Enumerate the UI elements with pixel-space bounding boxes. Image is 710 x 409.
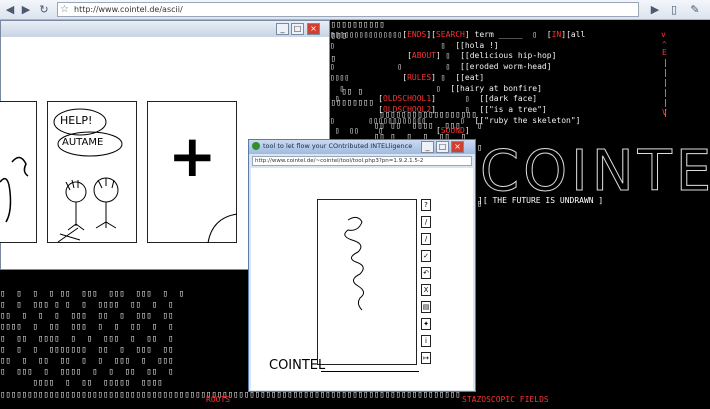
save-icon[interactable]: ▤ [421, 301, 431, 313]
popup-titlebar[interactable]: tool to let flow your COntributed INTELl… [249, 140, 475, 154]
oldschool2-link[interactable]: OLDSCHOOL2 [383, 105, 431, 114]
tagline: ][ THE FUTURE IS UNDRAWN ] [478, 196, 604, 205]
popup-minimize-icon[interactable]: _ [421, 141, 434, 153]
info-icon[interactable]: i [421, 335, 431, 347]
menu-item-2[interactable]: [delicious hip-hop] [465, 51, 557, 60]
comic-help-text: HELP! [60, 114, 93, 127]
popup-cointel-brand: COINTEL [269, 358, 326, 373]
ends-link[interactable]: ENDS [407, 30, 426, 39]
drawing-canvas[interactable] [317, 199, 417, 365]
oldschool1-link[interactable]: OLDSCHOOL1 [383, 94, 431, 103]
term-label: term [474, 30, 494, 39]
ascii-scrollbar[interactable]: v ^ E | | | | | | V [661, 30, 671, 118]
about-link[interactable]: ABOUT [412, 51, 436, 60]
back-icon[interactable]: ◀ [3, 3, 17, 17]
comic-drawing-1 [0, 156, 29, 223]
drawing-window-titlebar[interactable]: _ □ × [1, 21, 329, 37]
play-icon[interactable]: ▶ [648, 3, 662, 17]
page-curl-icon [207, 213, 238, 244]
star-icon[interactable]: ☆ [60, 3, 69, 16]
scribble-drawing [344, 216, 364, 311]
exit-icon[interactable]: ↦ [421, 352, 431, 364]
pencil-icon[interactable]: / [421, 216, 431, 228]
brand-underline [321, 371, 419, 372]
cointel-logo: COINTEL [479, 139, 710, 204]
reload-icon[interactable]: ↻ [37, 3, 51, 17]
comic-autame-text: AUTAME [62, 137, 104, 148]
clear-icon[interactable]: X [421, 284, 431, 296]
comic-card-2[interactable]: HELP! AUTAME [47, 101, 137, 243]
comic-card-1[interactable] [0, 101, 37, 243]
address-url: http://www.cointel.de/ascii/ [74, 5, 183, 14]
ascii-menu: ▯▯▯▯▯▯▯▯▯▯▯▯▯▯▯[ENDS][SEARCH] term _____… [330, 30, 586, 136]
check-icon[interactable]: ✓ [421, 250, 431, 262]
scroll-down-arrow[interactable]: V [662, 108, 667, 117]
rules-link[interactable]: RULES [407, 73, 431, 82]
search-link[interactable]: SEARCH [436, 30, 465, 39]
menu-item-4[interactable]: [eat] [460, 73, 484, 82]
popup-title: tool to let flow your COntributed INTELl… [263, 142, 413, 150]
page-icon[interactable]: ▯ [667, 3, 681, 17]
browser-logo-icon [252, 142, 260, 150]
popup-body: ? / / ✓ ↶ X ▤ ✦ i ↦ COINTEL [251, 168, 473, 390]
scroll-v-marker: v [661, 30, 666, 39]
minimize-icon[interactable]: _ [276, 23, 289, 35]
menu-item-3[interactable]: [eroded worm-head] [465, 62, 552, 71]
wrench-icon[interactable]: ✎ [688, 3, 702, 17]
menu-item-6[interactable]: [dark face] [484, 94, 537, 103]
line-icon[interactable]: / [421, 233, 431, 245]
menu-item-8[interactable]: ["ruby the skeleton"] [479, 116, 580, 125]
star-tool-icon[interactable]: ✦ [421, 318, 431, 330]
maximize-icon[interactable]: □ [291, 23, 304, 35]
browser-toolbar: ◀ ▶ ↻ ☆ http://www.cointel.de/ascii/ ▶ ▯… [0, 0, 710, 20]
forward-icon[interactable]: ▶ [19, 3, 33, 17]
undo-icon[interactable]: ↶ [421, 267, 431, 279]
address-bar[interactable]: ☆ http://www.cointel.de/ascii/ [57, 2, 639, 17]
add-card-button[interactable]: + [147, 101, 238, 244]
sound-link[interactable]: SOUND [441, 126, 465, 135]
roots-link[interactable]: ROOTS [206, 395, 230, 404]
in-select[interactable]: all [571, 30, 585, 39]
popup-maximize-icon[interactable]: □ [436, 141, 449, 153]
scroll-e-marker: E [662, 48, 667, 57]
menu-item-1[interactable]: [hola !] [460, 41, 499, 50]
menu-item-7[interactable]: ["is a tree"] [484, 105, 547, 114]
menu-item-5[interactable]: [hairy at bonfire] [455, 84, 542, 93]
term-input[interactable]: _____ [499, 30, 523, 39]
tool-popup-window: tool to let flow your COntributed INTELl… [248, 139, 476, 392]
close-icon[interactable]: × [307, 23, 320, 35]
popup-close-icon[interactable]: × [451, 141, 464, 153]
popup-address-bar[interactable]: http://www.cointel.de/~cointel/tool/tool… [252, 156, 472, 166]
in-label: IN [551, 30, 562, 39]
screen: ▯▯▯▯▯▯▯▯▯▯▯ ▯▯▯▯▯ ▯ ▯ ▯ ▯▯▯▯▯▯▯▯▯▯▯ ▯▯▯▯… [0, 0, 710, 409]
stazoscopic-fields-link[interactable]: STAZOSCOPIC FIELDS [462, 395, 549, 404]
help-icon[interactable]: ? [421, 199, 431, 211]
